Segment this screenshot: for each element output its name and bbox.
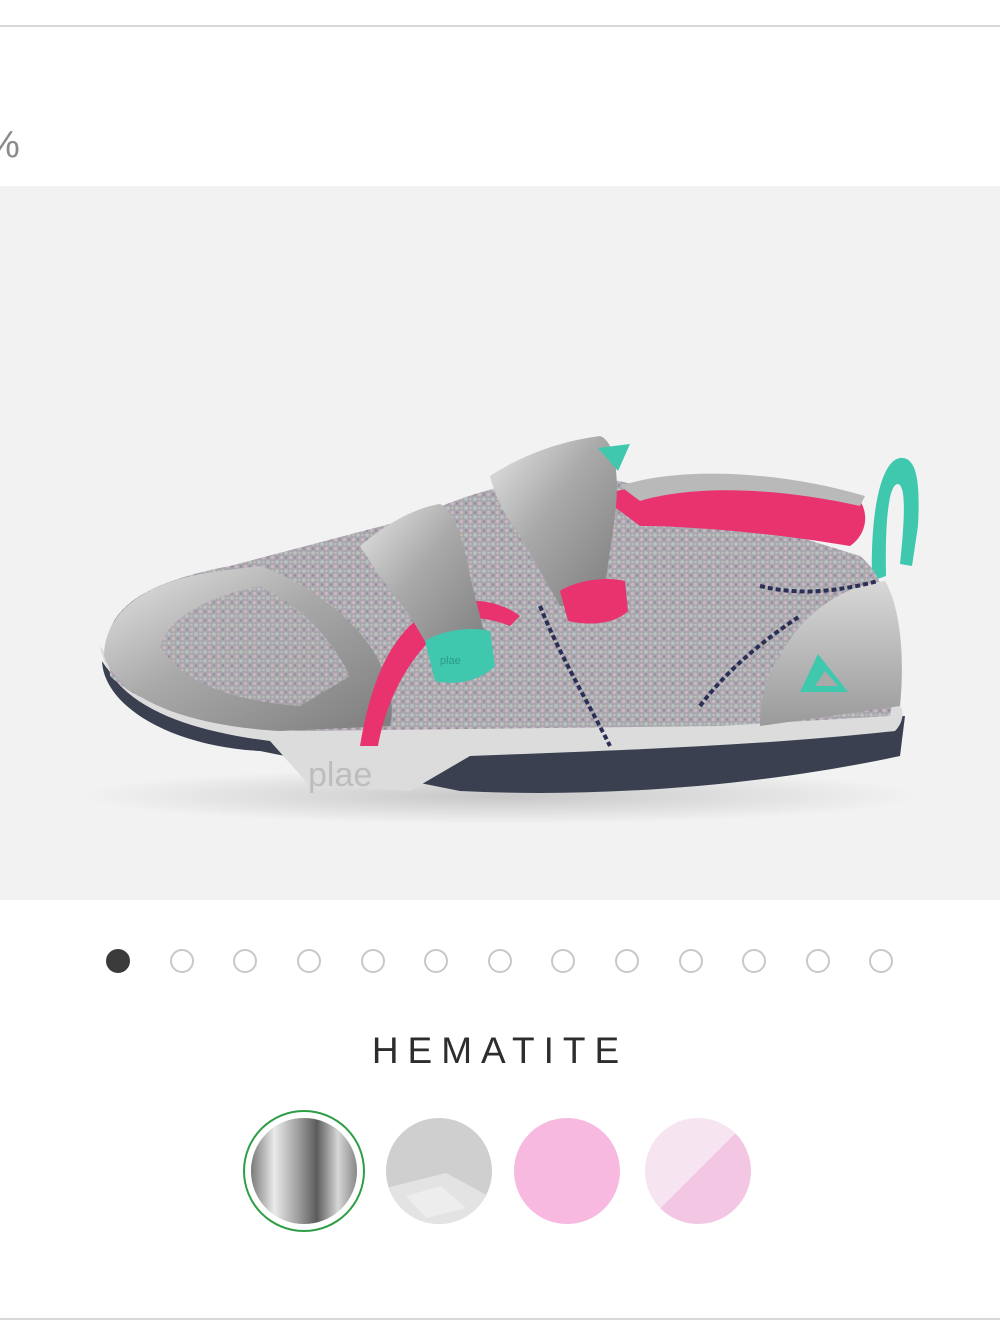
swatch-texture [386,1173,492,1224]
carousel-dot-2[interactable] [170,949,194,973]
carousel-dot-8[interactable] [551,949,575,973]
color-swatch-pink[interactable] [514,1118,620,1224]
carousel-dot-6[interactable] [424,949,448,973]
sole-brand-text: plae [308,756,372,794]
discount-text-partial: % [0,124,20,167]
carousel-dot-12[interactable] [806,949,830,973]
selected-color-name: HEMATITE [371,1030,629,1071]
bottom-divider [0,1318,1000,1320]
product-image-panel[interactable]: plae plae [0,186,1000,900]
carousel-dot-3[interactable] [233,949,257,973]
carousel-dots [0,949,1000,979]
color-swatch-light-pink[interactable] [645,1118,751,1224]
carousel-dot-4[interactable] [297,949,321,973]
tab-brand-text: plae [440,655,461,667]
carousel-dot-1[interactable] [106,949,130,973]
color-swatch-hematite[interactable] [251,1118,357,1224]
top-divider [0,25,1000,27]
color-swatch-grey[interactable] [386,1118,492,1224]
carousel-dot-10[interactable] [679,949,703,973]
sneaker-image: plae plae [80,436,920,824]
carousel-dot-5[interactable] [361,949,385,973]
carousel-dot-7[interactable] [488,949,512,973]
carousel-dot-13[interactable] [869,949,893,973]
carousel-dot-11[interactable] [742,949,766,973]
carousel-dot-9[interactable] [615,949,639,973]
